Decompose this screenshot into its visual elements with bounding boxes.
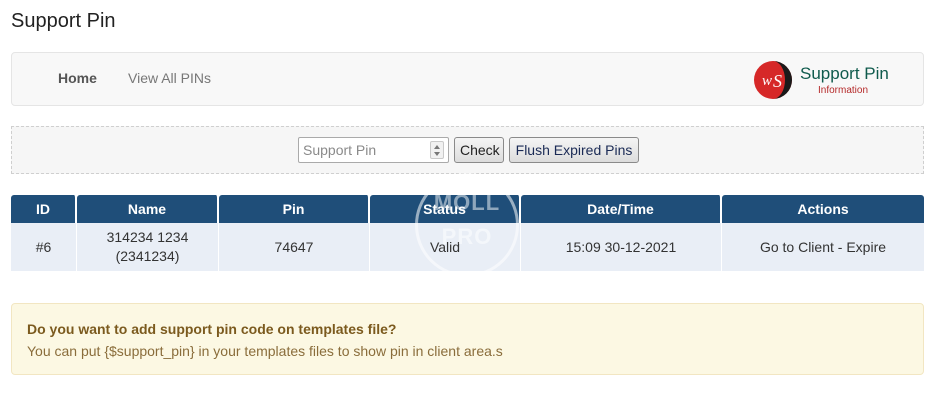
action-separator: - bbox=[833, 238, 847, 255]
column-header-name: Name bbox=[77, 195, 219, 223]
go-to-client-link[interactable]: Go to Client bbox=[760, 238, 834, 257]
cell-actions: Go to Client - Expire bbox=[722, 223, 924, 271]
table-row: #6 314234 1234 (2341234) 74647 Valid 15:… bbox=[11, 223, 924, 271]
pins-table: ID Name Pin Status Date/Time Actions #6 … bbox=[11, 195, 924, 271]
expire-link[interactable]: Expire bbox=[846, 238, 886, 257]
cell-pin: 74647 bbox=[219, 223, 370, 271]
nav-home-link[interactable]: Home bbox=[58, 70, 97, 86]
spinner-up-icon[interactable] bbox=[434, 145, 440, 149]
support-pin-input[interactable] bbox=[299, 138, 425, 162]
top-navbar: Home View All PINs w S Support Pin Infor… bbox=[11, 52, 924, 106]
column-header-status: Status bbox=[370, 195, 521, 223]
brand-logo-block: w S Support Pin Information bbox=[753, 60, 913, 100]
number-spinner-icon[interactable] bbox=[430, 141, 444, 159]
support-pin-field[interactable] bbox=[298, 137, 449, 163]
cell-datetime: 15:09 30-12-2021 bbox=[521, 223, 722, 271]
spinner-down-icon[interactable] bbox=[434, 152, 440, 156]
column-header-datetime: Date/Time bbox=[521, 195, 722, 223]
brand-subtitle: Information bbox=[818, 85, 869, 96]
cell-id: #6 bbox=[11, 223, 77, 271]
pin-check-form: Check Flush Expired Pins bbox=[11, 126, 924, 174]
nav-view-all-pins-link[interactable]: View All PINs bbox=[128, 70, 211, 86]
info-alert: Do you want to add support pin code on t… bbox=[11, 303, 924, 375]
ws-logo-icon: w S bbox=[754, 61, 792, 99]
check-button[interactable]: Check bbox=[454, 137, 504, 163]
cell-name-line2: (2341234) bbox=[115, 248, 180, 264]
flush-expired-pins-button[interactable]: Flush Expired Pins bbox=[509, 137, 639, 163]
cell-name: 314234 1234 (2341234) bbox=[77, 223, 219, 271]
brand-title: Support Pin bbox=[800, 64, 889, 83]
table-header-row: ID Name Pin Status Date/Time Actions bbox=[11, 195, 924, 223]
svg-text:S: S bbox=[773, 71, 782, 91]
column-header-actions: Actions bbox=[722, 195, 924, 223]
alert-text: You can put {$support_pin} in your templ… bbox=[27, 343, 503, 359]
page-title: Support Pin bbox=[11, 10, 116, 32]
column-header-id: ID bbox=[11, 195, 77, 223]
alert-title: Do you want to add support pin code on t… bbox=[27, 321, 397, 337]
svg-text:w: w bbox=[762, 73, 772, 89]
cell-status: Valid bbox=[370, 223, 521, 271]
cell-name-line1: 314234 1234 bbox=[106, 229, 189, 245]
column-header-pin: Pin bbox=[219, 195, 370, 223]
